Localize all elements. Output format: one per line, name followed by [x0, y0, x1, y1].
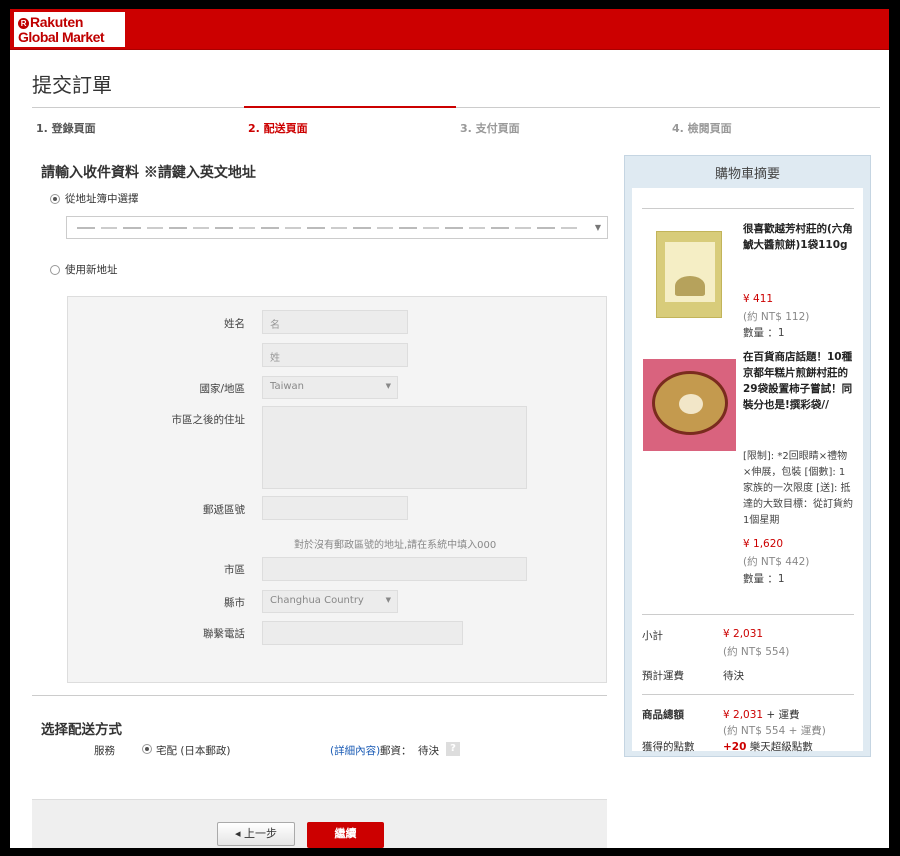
logo-text-rakuten: Rakuten [30, 14, 84, 30]
country-select[interactable]: Taiwan ▼ [262, 376, 398, 399]
step-login: 1. 登錄頁面 [36, 122, 96, 135]
product-options-2: [限制]: *2回眼睛×禮物×伸展，包裝 [個數]: 1家族的一次限度 [送]:… [743, 451, 853, 526]
shipping-estimate-value: 待決 [723, 670, 744, 682]
rakuten-logo[interactable]: R Rakuten Global Market [14, 12, 125, 47]
county-label: 縣市 [224, 597, 245, 609]
country-label: 國家/地區 [199, 383, 245, 395]
cart-divider [642, 694, 854, 695]
chevron-down-icon: ▼ [385, 596, 391, 604]
total-value: ¥ 2,031 + 運費 [723, 707, 800, 722]
product-image-2[interactable] [643, 359, 736, 451]
help-icon[interactable]: ? [446, 742, 460, 756]
product-qty-1: 數量 ：1 [743, 327, 785, 339]
chevron-down-icon: ▼ [385, 382, 391, 390]
service-label: 服務 [94, 745, 115, 757]
product-label-graphic [665, 242, 715, 302]
points-label: 獲得的點數 [642, 741, 695, 753]
cart-summary: 購物車摘要 很喜歡越芳村莊的(六角鯱大醬煎餅)1袋110g ¥ 411 (約 N… [624, 155, 871, 757]
active-step-indicator [244, 106, 456, 108]
selected-address-value [77, 227, 577, 229]
last-name-input[interactable]: 姓 [262, 343, 408, 367]
name-label: 姓名 [224, 318, 245, 330]
postal-label: 郵遞區號 [203, 504, 245, 516]
back-button[interactable]: ◂ 上一步 [217, 822, 295, 846]
cart-divider [642, 614, 854, 615]
step-review: 4. 檢閱頁面 [672, 122, 732, 135]
street-label: 市區之後的住址 [171, 414, 246, 426]
product-price-2: ¥ 1,620 [743, 538, 784, 550]
city-label: 市區 [224, 564, 245, 576]
points-suffix: 樂天超級點數 [746, 741, 813, 753]
shipping-method-label: 宅配 (日本郵政) [156, 745, 231, 757]
continue-button[interactable]: 繼續 [307, 822, 384, 848]
step-payment: 3. 支付頁面 [460, 122, 520, 135]
page-title: 提交訂單 [32, 73, 112, 97]
street-textarea[interactable] [262, 406, 527, 489]
county-select[interactable]: Changhua Country ▼ [262, 590, 398, 613]
address-section-title: 請輸入收件資料 ※請鍵入英文地址 [41, 165, 256, 181]
phone-label: 聯繫電話 [203, 628, 245, 640]
subtotal-label: 小計 [642, 630, 663, 642]
subtotal-value: ¥ 2,031 [723, 628, 764, 640]
shipping-estimate-label: 預計運費 [642, 670, 684, 682]
new-address-label: 使用新地址 [65, 264, 118, 276]
product-name-1[interactable]: 很喜歡越芳村莊的(六角鯱大醬煎餅)1袋110g [743, 221, 855, 253]
browser-viewport: R Rakuten Global Market 提交訂單 1. 登錄頁面 2. 配… [10, 9, 889, 848]
logo-line1: R Rakuten [18, 14, 83, 30]
radio-new-address[interactable] [50, 265, 60, 275]
shipping-fee-value: 待決 [418, 745, 439, 757]
first-name-input[interactable]: 名 [262, 310, 408, 334]
cart-content: 很喜歡越芳村莊的(六角鯱大醬煎餅)1袋110g ¥ 411 (約 NT$ 112… [632, 188, 863, 754]
total-price: ¥ 2,031 [723, 709, 764, 721]
steps-divider [32, 107, 880, 108]
header-bar: R Rakuten Global Market [10, 9, 889, 50]
product-name-2[interactable]: 在百貨商店話題！10種京都年糕片煎餅村莊的29袋設置柿子嘗試！同裝分也是!撰彩袋… [743, 349, 855, 413]
county-value: Changhua Country [270, 595, 364, 606]
phone-input[interactable] [262, 621, 463, 645]
cart-divider [642, 208, 854, 209]
points-value: +20 樂天超級點數 [723, 739, 813, 754]
postal-input[interactable] [262, 496, 408, 520]
product-plate-graphic [652, 371, 728, 435]
chevron-down-icon: ▼ [594, 223, 601, 232]
product-price-1: ¥ 411 [743, 293, 774, 305]
address-book-label: 從地址簿中選擇 [65, 193, 139, 205]
radio-shipping-method[interactable] [142, 744, 152, 754]
logo-mark-icon: R [18, 18, 29, 29]
total-label: 商品總額 [642, 709, 684, 721]
product-qty-2: 數量 ：1 [743, 573, 785, 585]
logo-line2: Global Market [18, 29, 105, 45]
cart-title: 購物車摘要 [714, 167, 780, 182]
city-input[interactable] [262, 557, 527, 581]
total-suffix: + 運費 [763, 709, 800, 721]
shipping-detail-link[interactable]: (詳細內容) [330, 743, 380, 758]
product-approx-1: (約 NT$ 112) [743, 311, 810, 323]
shipping-fee-label: 郵資： [380, 745, 412, 757]
country-value: Taiwan [270, 381, 305, 392]
product-image-1[interactable] [656, 231, 722, 318]
total-approx: (約 NT$ 554 + 運費) [723, 725, 826, 737]
step-shipping: 2. 配送頁面 [248, 122, 308, 135]
shipping-section-title: 选择配送方式 [41, 722, 122, 738]
subtotal-approx: (約 NT$ 554) [723, 646, 790, 658]
points-amount: +20 [723, 741, 747, 753]
section-divider [32, 695, 607, 696]
address-book-select[interactable]: ▼ [66, 216, 608, 239]
product-approx-2: (約 NT$ 442) [743, 556, 810, 568]
postal-hint: 對於沒有郵政區號的地址,請在系統中填入000 [294, 540, 497, 551]
radio-address-book[interactable] [50, 194, 60, 204]
